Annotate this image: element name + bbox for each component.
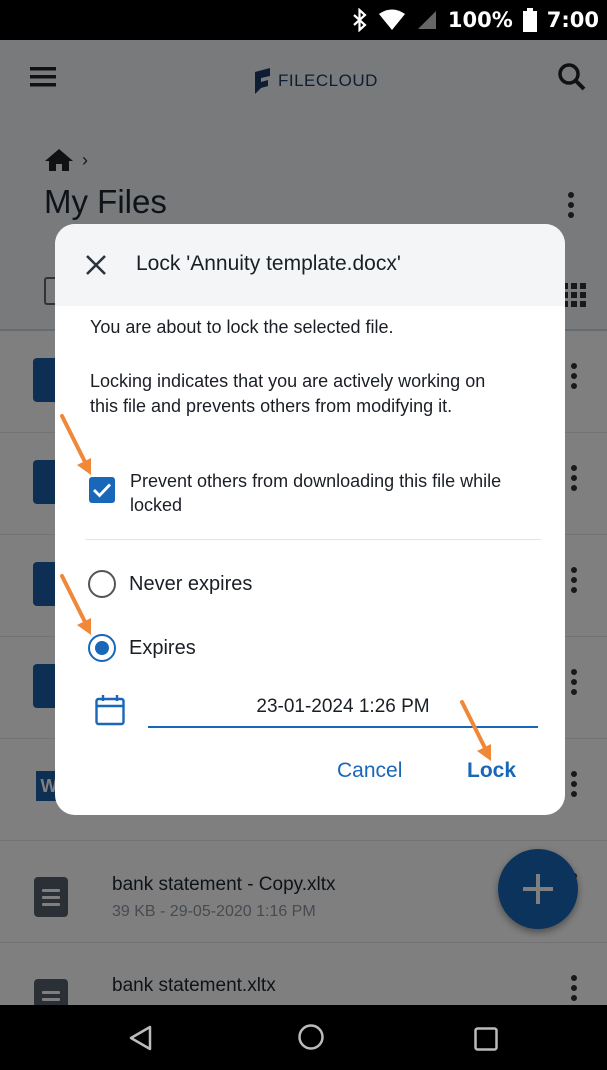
close-icon[interactable]: [85, 254, 107, 281]
status-time: 7:00: [546, 8, 599, 32]
battery-percent: 100%: [447, 8, 513, 32]
battery-icon: [522, 8, 537, 32]
cancel-button[interactable]: Cancel: [337, 759, 402, 783]
dialog-intro-text: You are about to lock the selected file.: [90, 317, 394, 337]
nav-recents-icon[interactable]: [474, 1027, 498, 1056]
signal-icon: [416, 9, 438, 31]
prevent-download-label[interactable]: Prevent others from downloading this fil…: [130, 469, 530, 517]
bluetooth-icon: [352, 8, 368, 32]
prevent-download-checkbox[interactable]: [89, 477, 115, 503]
nav-home-icon[interactable]: [297, 1023, 325, 1056]
wifi-icon: [378, 9, 406, 31]
annotation-arrow-icon: [60, 414, 91, 475]
expires-label[interactable]: Expires: [129, 637, 196, 660]
expires-radio[interactable]: [88, 634, 116, 662]
system-nav-bar: [0, 1005, 607, 1070]
dialog-title: Lock 'Annuity template.docx': [136, 252, 401, 275]
checkmark-icon: [93, 483, 112, 498]
status-bar: 100% 7:00: [0, 0, 607, 40]
annotation-arrow-icon: [460, 700, 491, 761]
annotation-arrow-icon: [60, 574, 91, 635]
phone-screen: 100% 7:00 FILECLOUD › My Files: [0, 0, 607, 1070]
dialog-description: Locking indicates that you are actively …: [90, 371, 486, 416]
nav-back-icon[interactable]: [128, 1025, 154, 1056]
never-expires-label[interactable]: Never expires: [129, 573, 252, 596]
divider: [85, 539, 541, 540]
calendar-icon[interactable]: [95, 694, 125, 731]
